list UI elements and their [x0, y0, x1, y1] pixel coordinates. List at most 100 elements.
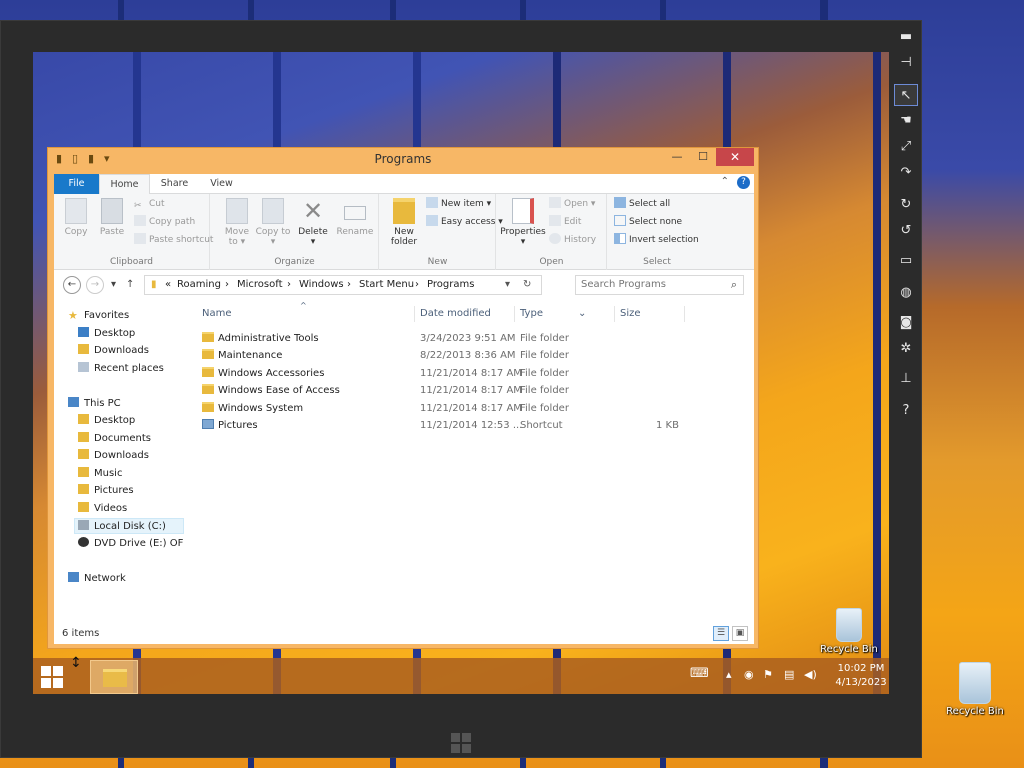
taskbar-clock[interactable]: 10:02 PM 4/13/2023 — [834, 662, 888, 690]
history-button[interactable]: History — [549, 232, 596, 248]
breadcrumb-separator[interactable]: › — [415, 276, 419, 294]
table-row[interactable]: Maintenance 8/22/2013 8:36 AM File folde… — [200, 347, 740, 364]
nav-this-pc[interactable]: This PC — [68, 396, 121, 412]
breadcrumb-microsoft[interactable]: Microsoft — [237, 276, 283, 294]
help-icon[interactable]: ? — [894, 400, 918, 422]
back-button[interactable]: ← — [63, 276, 81, 294]
column-header-type[interactable]: Type — [520, 306, 543, 322]
nav-dvd-drive[interactable]: DVD Drive (E:) OFFIC — [78, 536, 184, 552]
tab-home[interactable]: Home — [99, 174, 150, 195]
network-tray-icon[interactable]: ▤ — [784, 668, 794, 681]
breadcrumb-roaming[interactable]: Roaming — [177, 276, 221, 294]
column-header-date-modified[interactable]: Date modified — [420, 306, 491, 322]
nav-pc-desktop[interactable]: Desktop — [78, 413, 135, 429]
maximize-button[interactable]: ☐ — [690, 148, 716, 166]
paste-shortcut-button[interactable]: Paste shortcut — [134, 232, 213, 248]
settings-gear-icon[interactable]: ✲ — [894, 338, 918, 360]
rotate-gesture-icon[interactable]: ↷ — [894, 162, 918, 184]
rotate-clockwise-icon[interactable]: ↻ — [894, 194, 918, 216]
edit-button[interactable]: Edit — [549, 214, 581, 230]
new-folder-button[interactable]: New folder — [384, 198, 424, 247]
breadcrumb-separator[interactable]: › — [225, 276, 229, 294]
start-button[interactable] — [41, 666, 63, 688]
search-input[interactable] — [576, 279, 716, 290]
help-icon[interactable]: ? — [737, 176, 750, 189]
nav-network[interactable]: Network — [68, 571, 126, 587]
nav-pc-downloads[interactable]: Downloads — [78, 448, 149, 464]
app-tray-icon[interactable]: ◉ — [744, 668, 754, 681]
tab-share[interactable]: Share — [152, 174, 197, 194]
minimize-ribbon-chevron-icon[interactable]: ⌃ — [721, 176, 729, 189]
taskbar-file-explorer[interactable] — [90, 660, 138, 694]
breadcrumb-programs[interactable]: Programs — [427, 276, 474, 294]
tab-file[interactable]: File — [54, 174, 99, 194]
desktop-icon-recycle-bin-host[interactable]: Recycle Bin — [942, 662, 1008, 717]
search-box[interactable]: ⌕ — [575, 275, 744, 295]
nav-pc-music[interactable]: Music — [78, 466, 122, 482]
keyboard-icon[interactable]: ⌨ — [690, 666, 709, 681]
nav-recent-places[interactable]: Recent places — [78, 361, 164, 377]
column-separator[interactable] — [614, 306, 615, 322]
select-none-button[interactable]: Select none — [614, 214, 682, 230]
breadcrumb-windows[interactable]: Windows — [299, 276, 344, 294]
breadcrumb-start-menu[interactable]: Start Menu — [359, 276, 414, 294]
column-separator[interactable] — [684, 306, 685, 322]
column-header-size[interactable]: Size — [620, 306, 641, 322]
copy-path-button[interactable]: Copy path — [134, 214, 195, 230]
details-view-icon[interactable]: ☰ — [713, 626, 729, 641]
pointer-icon[interactable]: ↖ — [894, 84, 918, 106]
monitor-icon[interactable]: ▭ — [894, 250, 918, 272]
nav-pc-videos[interactable]: Videos — [78, 501, 127, 517]
show-hidden-icons-chevron-icon[interactable]: ▴ — [726, 668, 732, 681]
invert-selection-button[interactable]: Invert selection — [614, 232, 699, 248]
globe-icon[interactable]: ◍ — [894, 282, 918, 304]
select-all-button[interactable]: Select all — [614, 196, 670, 212]
rename-button[interactable]: Rename — [333, 198, 377, 237]
breadcrumb-separator[interactable]: › — [287, 276, 291, 294]
volume-icon[interactable]: ◀) — [804, 668, 817, 681]
properties-button[interactable]: Properties ▾ — [499, 198, 547, 247]
delete-button[interactable]: ✕ Delete ▾ — [295, 198, 331, 247]
desktop-icon-recycle-bin[interactable]: Recycle Bin — [819, 608, 879, 655]
table-row[interactable]: Pictures 11/21/2014 12:53 ... Shortcut 1… — [200, 417, 740, 434]
pinch-icon[interactable]: ⤢ — [894, 136, 918, 158]
column-filter-chevron-icon[interactable]: ⌄ — [578, 306, 586, 322]
up-button[interactable]: ↑ — [126, 276, 134, 294]
minimize-button[interactable]: — — [664, 148, 690, 166]
table-row[interactable]: Windows Ease of Access 11/21/2014 8:17 A… — [200, 382, 740, 399]
pin-icon[interactable]: ⊣ — [894, 52, 918, 74]
nav-favorites-downloads[interactable]: Downloads — [78, 343, 149, 359]
paste-button[interactable]: Paste — [94, 198, 130, 237]
address-dropdown-chevron-icon[interactable]: ▾ — [505, 276, 510, 294]
hand-icon[interactable]: ☚ — [894, 110, 918, 132]
table-row[interactable]: Windows Accessories 11/21/2014 8:17 AM F… — [200, 365, 740, 382]
camera-icon[interactable]: ◙ — [894, 312, 918, 334]
title-bar[interactable]: ▮ ▯ ▮ ▾ Programs — ☐ ✕ — [48, 148, 758, 172]
copy-to-button[interactable]: Copy to ▾ — [255, 198, 291, 247]
cut-button[interactable]: ✂ Cut — [134, 196, 165, 212]
address-bar[interactable]: ▮ « Roaming › Microsoft › Windows › Star… — [144, 275, 542, 295]
copy-button[interactable]: Copy — [58, 198, 94, 237]
large-icons-view-icon[interactable]: ▣ — [732, 626, 748, 641]
nav-pc-pictures[interactable]: Pictures — [78, 483, 134, 499]
windows-home-button[interactable] — [451, 733, 471, 753]
refresh-icon[interactable]: ↻ — [523, 276, 531, 294]
new-item-button[interactable]: New item ▾ — [426, 196, 491, 212]
nav-favorites[interactable]: ★ Favorites — [68, 308, 129, 324]
action-center-flag-icon[interactable]: ⚑ — [763, 668, 773, 681]
table-row[interactable]: Windows System 11/21/2014 8:17 AM File f… — [200, 400, 740, 417]
column-separator[interactable] — [514, 306, 515, 322]
move-to-button[interactable]: Move to ▾ — [219, 198, 255, 247]
column-separator[interactable] — [414, 306, 415, 322]
rotate-counterclockwise-icon[interactable]: ↺ — [894, 220, 918, 242]
nav-favorites-desktop[interactable]: Desktop — [78, 326, 135, 342]
address-overflow[interactable]: « — [165, 276, 171, 294]
table-row[interactable]: Administrative Tools 3/24/2023 9:51 AM F… — [200, 330, 740, 347]
nav-local-disk[interactable]: Local Disk (C:) — [74, 518, 184, 534]
open-button[interactable]: Open ▾ — [549, 196, 595, 212]
breadcrumb-separator[interactable]: › — [347, 276, 351, 294]
close-button[interactable]: ✕ — [716, 148, 754, 166]
recent-locations-chevron-icon[interactable]: ▾ — [111, 276, 116, 294]
tab-view[interactable]: View — [199, 174, 244, 194]
network-icon[interactable]: ⊥ — [894, 368, 918, 390]
